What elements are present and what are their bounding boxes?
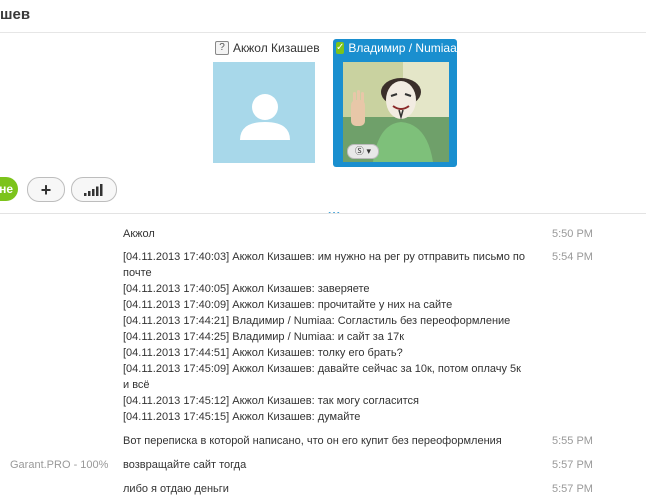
skype-icon: Ⓢ ▾ (354, 146, 372, 156)
conversation-title: шев (0, 6, 31, 23)
message-text: почте (123, 267, 152, 279)
signal-bars-icon (84, 183, 103, 196)
question-status-icon: ? (215, 41, 229, 55)
plus-icon: + (40, 179, 52, 200)
message-text: и всё (123, 379, 150, 391)
message-time: 5:57 PM (552, 483, 593, 495)
message-text: [04.11.2013 17:45:09] Акжол Кизашев: дав… (123, 363, 521, 375)
zoom-label: Garant.PRO - 100% (10, 459, 109, 471)
message-time: 5:55 PM (552, 435, 593, 447)
message-3: Вот переписка в которой написано, что он… (123, 433, 543, 449)
more-indicator[interactable]: ... (328, 203, 341, 217)
user-silhouette-icon (240, 94, 290, 140)
message-4: возвращайте сайт тогда (123, 457, 543, 473)
message-2: [04.11.2013 17:40:03] Акжол Кизашев: им … (123, 249, 543, 425)
message-text: Акжол (123, 228, 155, 240)
add-button[interactable]: + (27, 177, 65, 202)
participant-name: Акжол Кизашев (233, 41, 320, 55)
message-time: 5:50 PM (552, 228, 593, 240)
default-avatar[interactable] (213, 62, 315, 163)
message-text: либо я отдаю деньги (123, 483, 229, 495)
message-text: Вот переписка в которой написано, что он… (123, 435, 502, 447)
message-text: возвращайте сайт тогда (123, 459, 247, 471)
message-text: [04.11.2013 17:40:09] Акжол Кизашев: про… (123, 299, 453, 311)
message-1: Акжол (123, 226, 543, 242)
message-text: [04.11.2013 17:44:25] Владимир / Numiaa:… (123, 331, 405, 343)
call-button[interactable]: не (0, 177, 18, 201)
message-text: [04.11.2013 17:44:21] Владимир / Numiaa:… (123, 315, 511, 327)
message-text: [04.11.2013 17:44:51] Акжол Кизашев: тол… (123, 347, 403, 359)
participant-name: Владимир / Numiaa (348, 41, 457, 55)
message-text: [04.11.2013 17:45:15] Акжол Кизашев: дум… (123, 411, 361, 423)
skype-menu-chip[interactable]: Ⓢ ▾ (347, 144, 379, 159)
chat-divider (0, 213, 646, 214)
message-time: 5:57 PM (552, 459, 593, 471)
message-text: [04.11.2013 17:45:12] Акжол Кизашев: так… (123, 395, 419, 407)
message-time: 5:54 PM (552, 251, 593, 263)
message-text: [04.11.2013 17:40:03] Акжол Кизашев: им … (123, 251, 525, 263)
call-quality-button[interactable] (71, 177, 117, 202)
check-status-icon: ✓ (336, 42, 345, 54)
participant-akzhol[interactable]: ? Акжол Кизашев (212, 38, 335, 58)
header-divider (0, 32, 646, 33)
message-text: [04.11.2013 17:40:05] Акжол Кизашев: зав… (123, 283, 370, 295)
message-5: либо я отдаю деньги (123, 481, 543, 497)
participant-vladimir[interactable]: ✓ Владимир / Numiaa (333, 38, 457, 58)
